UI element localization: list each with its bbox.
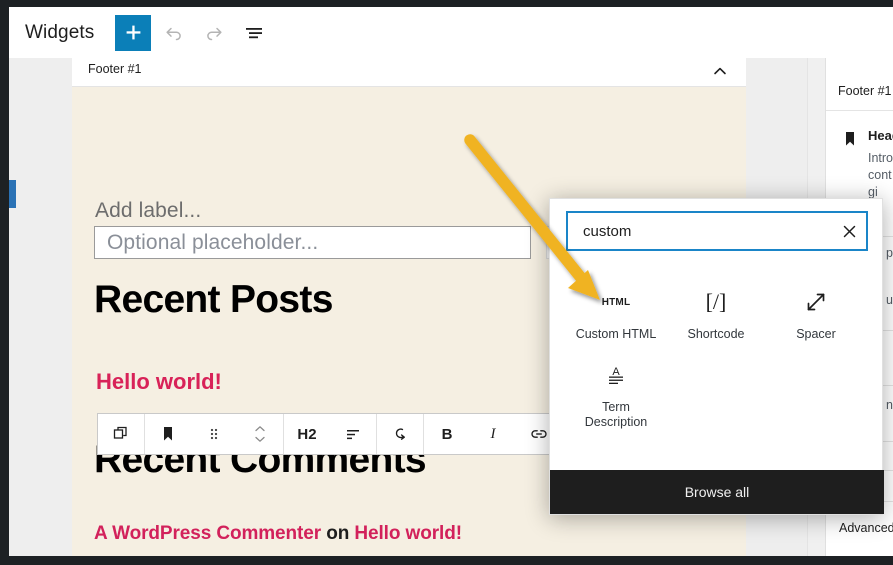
search-placeholder-input[interactable]: Optional placeholder...: [94, 226, 531, 259]
block-item-term-description[interactable]: A Term Description: [566, 342, 666, 430]
sidebar-advanced-panel[interactable]: Advanced: [839, 521, 893, 535]
widget-area-title: Footer #1: [88, 62, 142, 76]
italic-button[interactable]: I: [470, 414, 516, 454]
sidebar-fragment-anchor[interactable]: no: [886, 398, 893, 412]
block-label: Custom HTML: [575, 327, 657, 341]
drag-handle-button[interactable]: [191, 414, 237, 454]
window-frame-top: [0, 0, 893, 7]
sidebar-fragment-rule[interactable]: ul: [886, 293, 893, 307]
block-type-button[interactable]: [145, 414, 191, 454]
widget-area-header: Footer #1: [72, 58, 746, 87]
html-icon: HTML: [602, 283, 631, 321]
drag-handle-icon: [210, 428, 218, 440]
window-frame-bottom: [0, 556, 893, 565]
page-title: Widgets: [25, 21, 95, 43]
recent-post-link[interactable]: Hello world!: [96, 369, 222, 395]
move-up-down-button[interactable]: [237, 414, 283, 454]
block-search-input[interactable]: custom: [583, 223, 832, 240]
list-view-button[interactable]: [237, 15, 271, 51]
block-item-spacer[interactable]: Spacer: [766, 269, 866, 342]
editor-header: Widgets: [9, 7, 893, 59]
heading-level-button[interactable]: H2: [284, 414, 330, 454]
chevron-up-icon[interactable]: [712, 63, 728, 79]
comment-on-text: on: [326, 523, 350, 544]
heading-block-icon: [164, 427, 172, 441]
sidebar-fragment-typography[interactable]: ph: [886, 246, 893, 260]
align-text-icon: [347, 430, 359, 440]
svg-text:A: A: [612, 366, 620, 378]
recent-comment-item: A WordPress Commenter on Hello world!: [94, 523, 462, 545]
shortcode-glyph-text: [/]: [705, 289, 727, 314]
move-up-down-icon: [255, 426, 265, 442]
toolbar-group-block: [145, 414, 284, 454]
add-block-button[interactable]: [115, 14, 152, 51]
clear-search-button[interactable]: [832, 214, 866, 248]
transform-arrow-icon: [395, 428, 405, 440]
block-results-grid: HTML Custom HTML [/] Shortcode Spacer A …: [566, 269, 868, 430]
term-description-icon: A: [609, 366, 623, 384]
spacer-arrow-icon: [807, 293, 825, 311]
redo-button[interactable]: [197, 15, 231, 51]
html-glyph-text: HTML: [601, 296, 631, 308]
toolbar-group-transform: [377, 414, 424, 454]
sidebar-widget-area-title: Footer #1: [838, 84, 892, 98]
toolbar-group-heading: H2: [284, 414, 377, 454]
comment-post-link[interactable]: Hello world!: [354, 523, 462, 544]
block-search-field[interactable]: custom: [566, 211, 868, 251]
app-window: Widgets Footer #1 Add label... Optional …: [0, 0, 893, 565]
block-inserter-popover: custom HTML Custom HTML [/] Shortcode Sp…: [549, 198, 884, 515]
align-text-button[interactable]: [330, 414, 376, 454]
undo-button[interactable]: [157, 15, 191, 51]
block-toolbar: H2 B I: [97, 413, 636, 455]
window-frame-left: [0, 0, 9, 565]
link-icon: [531, 430, 547, 438]
block-label: Term Description: [584, 400, 648, 429]
shortcode-icon: [/]: [706, 283, 727, 321]
desc-line-2: cont: [868, 168, 892, 182]
block-label: Spacer: [796, 327, 836, 341]
transform-button[interactable]: [377, 414, 423, 454]
desc-line-1: Intro: [868, 151, 893, 165]
search-input-placeholder-text: Optional placeholder...: [107, 231, 319, 254]
browse-all-button[interactable]: Browse all: [550, 470, 884, 514]
sidebar-divider: [826, 110, 893, 111]
edge-indicator: [9, 180, 16, 208]
copy-block-icon: [113, 426, 127, 439]
redo-arrow-icon: [207, 27, 222, 40]
block-label: Shortcode: [687, 327, 745, 341]
block-item-shortcode[interactable]: [/] Shortcode: [666, 269, 766, 342]
list-view-icon: [246, 27, 263, 38]
heading-bookmark-icon: [846, 132, 854, 146]
comment-author-link[interactable]: A WordPress Commenter: [94, 523, 321, 544]
toolbar-group-copy: [98, 414, 145, 454]
plus-icon: [126, 25, 141, 40]
undo-arrow-icon: [166, 27, 182, 40]
sidebar-block-name: Head: [868, 128, 893, 143]
copy-block-button[interactable]: [98, 414, 144, 454]
heading-recent-posts[interactable]: Recent Posts: [94, 278, 333, 322]
block-item-custom-html[interactable]: HTML Custom HTML: [566, 269, 666, 342]
search-block-label: Add label...: [95, 199, 202, 222]
browse-all-label: Browse all: [684, 484, 750, 500]
bold-button[interactable]: B: [424, 414, 470, 454]
close-icon: [843, 225, 855, 237]
